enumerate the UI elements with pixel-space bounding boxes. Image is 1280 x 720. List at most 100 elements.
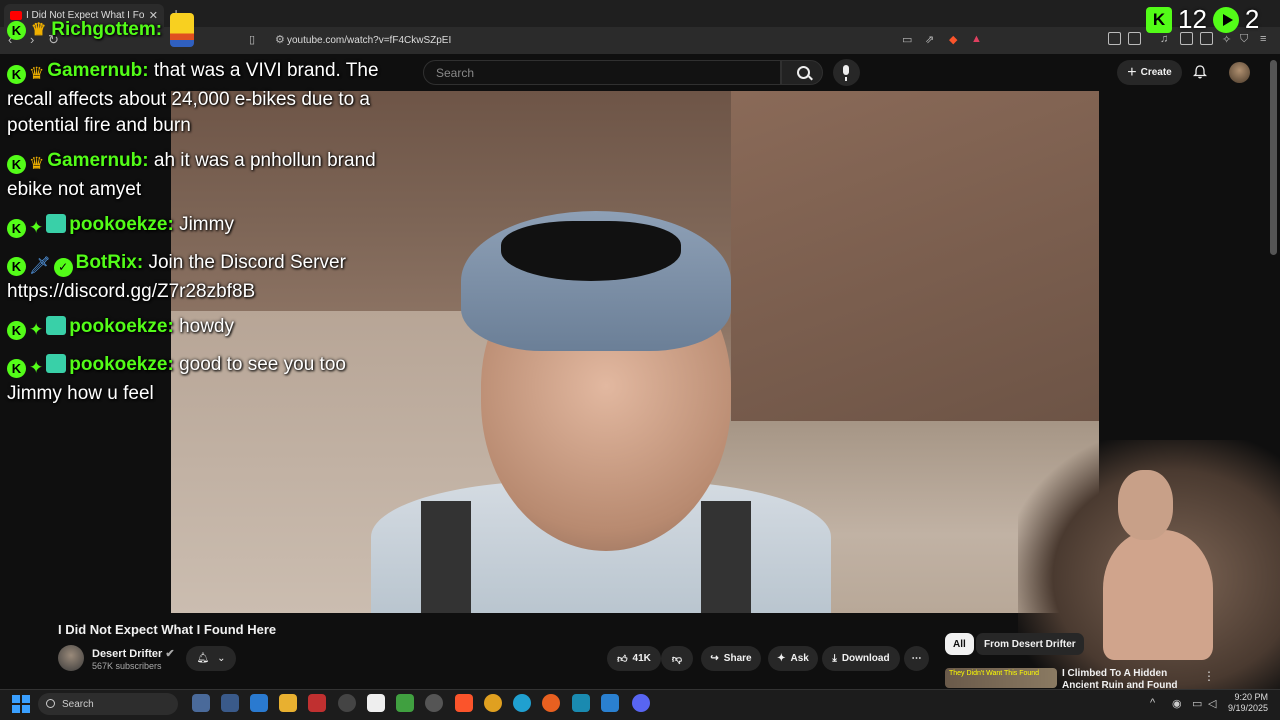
download-label: Download [841, 653, 890, 664]
video-title: I Did Not Expect What I Found Here [58, 622, 277, 637]
other-viewer-count: 2 [1244, 4, 1260, 34]
app-icon[interactable] [425, 694, 443, 712]
like-button[interactable]: 👍︎ 41K [607, 646, 661, 671]
app-icon[interactable] [250, 694, 268, 712]
site-info-icon[interactable]: ⚙ [275, 33, 285, 46]
app-icon[interactable] [308, 694, 326, 712]
account-avatar[interactable] [1229, 62, 1250, 83]
chat-message: K ✦ pookoekze: howdy [7, 314, 402, 343]
task-view-icon[interactable] [192, 694, 210, 712]
tray-chevron-icon[interactable]: ^ [1150, 697, 1155, 709]
chat-message: K ♛ Gamernub: that was a VIVI brand. The r… [7, 58, 402, 139]
ask-label: Ask [790, 653, 809, 664]
dislike-button[interactable]: 👎︎ [661, 646, 693, 671]
brave-shields-icon[interactable]: ◆ [949, 33, 957, 46]
network-icon[interactable]: ▭ [1192, 697, 1202, 710]
chat-username: pookoekze: [69, 214, 174, 235]
more-vertical-icon[interactable]: ⋮ [1203, 669, 1215, 683]
brave-icon[interactable] [455, 694, 473, 712]
chat-message: K 🗡︎ ✓ BotRix: Join the Discord Server http… [7, 250, 402, 305]
search-input[interactable]: Search [423, 60, 781, 85]
sparkle-icon: ✦ [777, 653, 786, 664]
share-button[interactable]: ↪ Share [701, 646, 761, 671]
chip-from-channel[interactable]: From Desert Drifter [976, 633, 1084, 655]
logo-pane [12, 705, 20, 713]
subscriber-badge-icon [46, 214, 67, 233]
crown-icon: ♛ [29, 154, 45, 173]
recommended-thumbnail[interactable]: They Didn't Want This Found [945, 668, 1057, 688]
logo-pane [22, 695, 30, 703]
voice-search-button[interactable] [833, 59, 860, 86]
file-explorer-icon[interactable] [279, 694, 297, 712]
extensions-icon[interactable] [1108, 32, 1121, 45]
brave-rewards-icon[interactable]: ▲ [971, 33, 982, 45]
viewer-counts: K 12 2 [1146, 4, 1259, 35]
channel-name[interactable]: Desert Drifter ✔ [92, 647, 175, 660]
subscribe-bell-button[interactable]: 🔔︎ ⌄ [186, 646, 236, 671]
like-count: 41K [632, 653, 651, 664]
clock-time: 9:20 PM [1234, 692, 1269, 702]
emote-icon [170, 13, 195, 47]
video-backpack-strap [421, 501, 471, 613]
chat-message: K ✦ pookoekze: good to see you too Jimmy h… [7, 352, 402, 407]
chrome-icon[interactable] [484, 694, 502, 712]
windows-start-icon[interactable] [12, 695, 30, 713]
download-button[interactable]: ⤓ Download [822, 646, 900, 671]
verified-check-icon: ✓ [53, 258, 73, 277]
capcut-icon[interactable] [367, 694, 385, 712]
vscode-icon[interactable] [601, 694, 619, 712]
thumbs-down-icon: 👎︎ [671, 653, 683, 665]
more-horizontal-icon: ⋯ [911, 653, 922, 664]
bookmark-icon[interactable]: ▯ [249, 33, 255, 46]
sword-icon: 🗡︎ [29, 256, 51, 275]
kick-icon: K [7, 321, 26, 340]
chip-all[interactable]: All [945, 633, 974, 655]
system-clock[interactable]: 9:20 PM 9/19/2025 [1228, 692, 1268, 714]
ask-button[interactable]: ✦ Ask [768, 646, 818, 671]
kick-icon: K [7, 20, 26, 40]
app-icon[interactable] [221, 694, 239, 712]
more-actions-button[interactable]: ⋯ [904, 646, 929, 671]
create-button[interactable]: + Create [1117, 60, 1182, 85]
share-label: Share [723, 653, 752, 664]
chat-username: Gamernub: [47, 60, 149, 81]
screenshot-icon[interactable] [1128, 32, 1141, 45]
logo-pane [22, 705, 30, 713]
notifications-bell-icon[interactable] [1193, 65, 1207, 79]
subscriber-count: 567K subscribers [92, 661, 162, 671]
share-page-icon[interactable]: ⇗ [925, 33, 934, 46]
volume-icon[interactable]: ◁ [1208, 697, 1216, 710]
chip-label: From Desert Drifter [984, 638, 1076, 650]
page-scrollbar[interactable] [1270, 60, 1277, 255]
app-icon[interactable] [396, 694, 414, 712]
thumbs-up-icon: 👍︎ [617, 653, 628, 665]
play-viewers-icon [1212, 6, 1239, 33]
search-button[interactable] [781, 60, 823, 85]
gem-icon: ✦ [29, 320, 44, 339]
bell-icon: 🔔︎ [196, 653, 210, 664]
tray-app-icon[interactable]: ◉ [1172, 697, 1182, 710]
thumbnail-text: They Didn't Want This Found [949, 670, 1040, 677]
app-icon[interactable] [338, 694, 356, 712]
url-text: youtube.com/watch?v=fF4CkwSZpEI [287, 35, 452, 46]
clock-date: 9/19/2025 [1228, 703, 1269, 713]
streamer-head [1118, 470, 1173, 540]
chip-label: All [953, 638, 966, 650]
discord-icon[interactable] [632, 694, 650, 712]
chat-message: K ✦ pookoekze: Jimmy [7, 212, 402, 241]
chat-text: howdy [179, 316, 234, 337]
arduino-icon[interactable] [572, 694, 590, 712]
create-label: Create [1140, 67, 1172, 78]
menu-icon[interactable]: ≡ [1260, 33, 1266, 45]
cast-icon[interactable]: ▭ [902, 33, 912, 46]
channel-avatar[interactable] [58, 645, 84, 671]
address-bar[interactable]: ⚙ youtube.com/watch?v=fF4CkwSZpEI [265, 31, 995, 50]
edge-icon[interactable] [513, 694, 531, 712]
streamer-body [1103, 530, 1213, 660]
taskbar-search[interactable]: Search [38, 693, 178, 715]
streamer-figure [1103, 470, 1213, 660]
gem-icon: ✦ [29, 218, 44, 237]
chevron-down-icon: ⌄ [217, 653, 226, 664]
firefox-icon[interactable] [542, 694, 560, 712]
chat-username: BotRix: [75, 252, 144, 273]
